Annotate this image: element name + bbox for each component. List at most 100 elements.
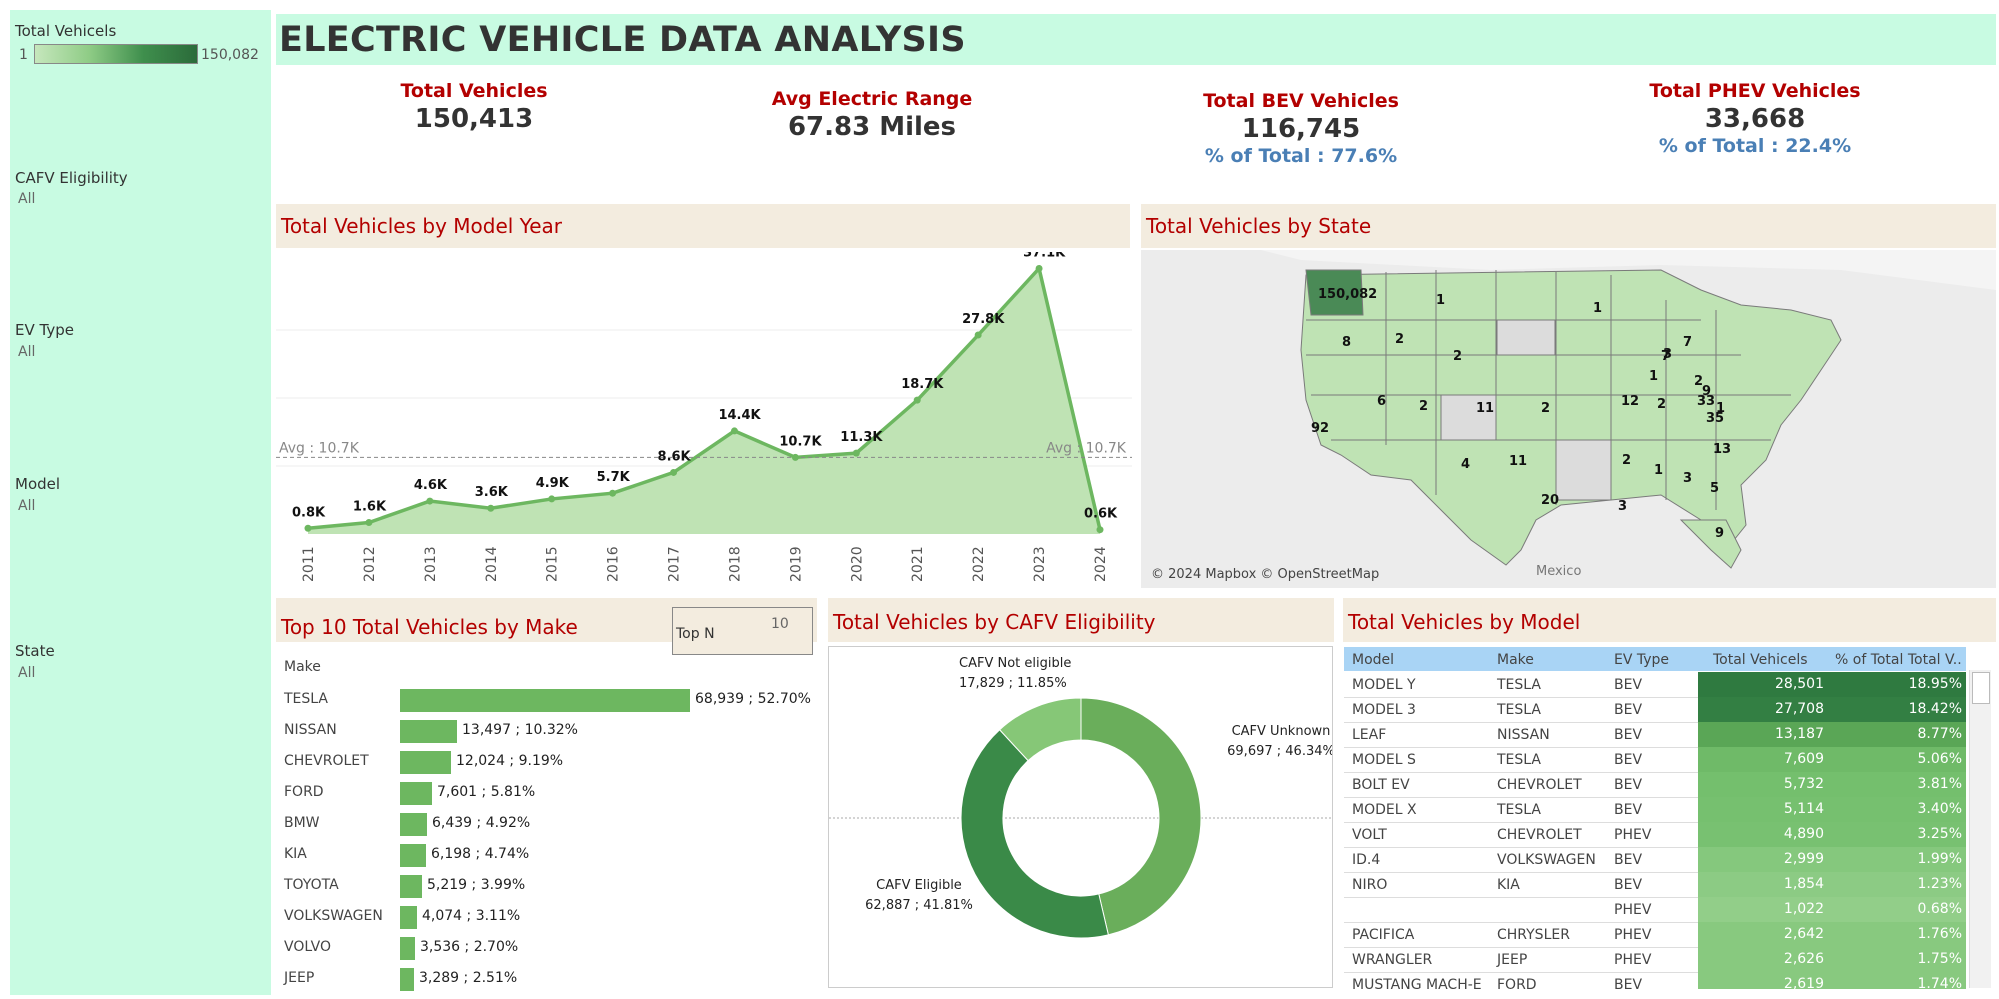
bar[interactable] [400,968,414,991]
bar-row[interactable]: FORD 7,601 ; 5.81% [276,780,816,805]
table-scrollbar[interactable] [1969,670,1991,988]
cell-total: 2,619 [1698,972,1832,989]
cell-model: BOLT EV [1352,777,1410,793]
cell-total: 5,114 [1698,797,1832,822]
bar-row[interactable]: JEEP 3,289 ; 2.51% [276,966,816,991]
table-row[interactable]: PACIFICA CHRYSLER PHEV 2,642 1.76% [1344,922,1966,948]
model-year-chart[interactable]: Avg : 10.7K Avg : 10.7K 0.8K 2011 1.6K 2012 4.… [276,252,1132,592]
state-nodata [1555,439,1612,501]
bar[interactable] [400,751,451,774]
data-label: 10.7K [779,434,822,449]
table-row[interactable]: ID.4 VOLKSWAGEN BEV 2,999 1.99% [1344,847,1966,873]
donut-title: Total Vehicles by CAFV Eligibility [833,610,1156,634]
state-map[interactable]: 150,082 1 1 8 2 2 3 7 1 7 92 6 2 11 2 12 2 2 4 9 33 1 35 11 2 13 1… [1141,250,1996,588]
filter-cafv-dropdown[interactable]: All [18,191,35,207]
filter-evtype-title: EV Type [15,321,74,339]
table-row[interactable]: MUSTANG MACH-E FORD BEV 2,619 1.74% [1344,972,1966,989]
col-header-model[interactable]: Model [1344,647,1494,671]
bar[interactable] [400,875,422,898]
area-fill [308,268,1100,534]
bar-row[interactable]: KIA 6,198 ; 4.74% [276,842,816,867]
x-tick-label: 2023 [1032,546,1048,582]
bar-row[interactable]: VOLVO 3,536 ; 2.70% [276,935,816,960]
topn-parameter-control[interactable]: Top N 10 [672,607,813,655]
filter-state-dropdown[interactable]: All [18,665,35,681]
col-header-make[interactable]: Make [1494,647,1614,671]
table-row[interactable]: NIRO KIA BEV 1,854 1.23% [1344,872,1966,898]
legend-min: 1 [19,47,28,63]
bar-category: KIA [284,846,307,862]
kpi-value: 33,668 [1704,104,1806,134]
bar[interactable] [400,813,427,836]
bar-row[interactable]: VOLKSWAGEN 4,074 ; 3.11% [276,904,816,929]
bar-row[interactable]: BMW 6,439 ; 4.92% [276,811,816,836]
donut-header: Total Vehicles by CAFV Eligibility [828,598,1334,642]
cell-evtype: BEV [1614,777,1643,793]
bar-category: TOYOTA [284,877,339,893]
kpi-total-vehicles: Total Vehicles 150,413 [374,80,574,134]
data-point [670,468,678,476]
model-table[interactable]: Model Make EV Type Total Vehicels % of T… [1344,647,1966,989]
scrollbar-thumb[interactable] [1972,672,1990,704]
cell-percent: 1.23% [1832,872,1966,897]
bar-value-label: 3,289 ; 2.51% [419,970,518,986]
data-point [1096,526,1104,534]
table-row[interactable]: LEAF NISSAN BEV 13,187 8.77% [1344,722,1966,748]
kpi-label: Avg Electric Range [771,88,973,110]
make-bar-chart: Make TESLA 68,939 ; 52.70% NISSAN 13,497 … [276,650,816,991]
bar-row[interactable]: TOYOTA 5,219 ; 3.99% [276,873,816,898]
state-value-label: 3 [1683,471,1692,486]
bar[interactable] [400,720,457,743]
map-attribution: © 2024 Mapbox © OpenStreetMap [1151,567,1380,582]
table-row[interactable]: PHEV 1,022 0.68% [1344,897,1966,923]
x-tick-label: 2017 [667,546,683,582]
cell-percent: 1.74% [1832,972,1966,989]
table-row[interactable]: WRANGLER JEEP PHEV 2,626 1.75% [1344,947,1966,973]
cell-model: MODEL Y [1352,677,1416,693]
col-header-percent[interactable]: % of Total Total V.. [1832,647,1966,671]
table-row[interactable]: BOLT EV CHEVROLET BEV 5,732 3.81% [1344,772,1966,798]
filter-evtype-dropdown[interactable]: All [18,344,35,360]
donut-slice [960,729,1109,939]
state-value-label: 7 [1661,349,1670,364]
cell-model: VOLT [1352,827,1387,843]
filter-model-dropdown[interactable]: All [18,498,35,514]
cell-evtype: PHEV [1614,952,1652,968]
table-row[interactable]: MODEL Y TESLA BEV 28,501 18.95% [1344,672,1966,698]
table-row[interactable]: MODEL S TESLA BEV 7,609 5.06% [1344,747,1966,773]
topn-label: Top N [676,626,715,642]
legend-max: 150,082 [201,47,259,63]
data-point [365,519,373,527]
col-header-evtype[interactable]: EV Type [1614,647,1698,671]
dashboard-title: ELECTRIC VEHICLE DATA ANALYSIS [279,20,966,60]
state-value-label: 3 [1618,499,1627,514]
bar[interactable] [400,937,415,960]
cell-model: NIRO [1352,877,1388,893]
bar-value-label: 3,536 ; 2.70% [420,939,519,955]
cell-percent: 3.25% [1832,822,1966,847]
col-header-total[interactable]: Total Vehicels [1698,647,1832,671]
bar[interactable] [400,906,417,929]
map-canvas: 150,082 118 22 3717926 2 11 2 12 224933 13511 2131… [1141,250,1996,588]
data-point [609,489,617,497]
bar[interactable] [400,844,426,867]
table-row[interactable]: MODEL 3 TESLA BEV 27,708 18.42% [1344,697,1966,723]
data-label: 11.3K [840,430,883,445]
table-row[interactable]: MODEL X TESLA BEV 5,114 3.40% [1344,797,1966,823]
topn-value[interactable]: 10 [771,616,789,632]
data-label: 5.7K [597,470,631,485]
cell-total: 2,999 [1698,847,1832,872]
bar[interactable] [400,689,690,712]
model-table-title: Total Vehicles by Model [1348,610,1581,634]
cell-make: CHRYSLER [1497,927,1570,943]
bar-row[interactable]: NISSAN 13,497 ; 10.32% [276,718,816,743]
bar-row[interactable]: TESLA 68,939 ; 52.70% [276,687,816,712]
bar[interactable] [400,782,432,805]
cell-percent: 5.06% [1832,747,1966,772]
bar-value-label: 12,024 ; 9.19% [456,753,564,769]
cell-total: 13,187 [1698,722,1832,747]
cafv-donut-chart[interactable]: CAFV Unknown 69,697 ; 46.34% CAFV Eligible… [829,647,1335,987]
bar-row[interactable]: CHEVROLET 12,024 ; 9.19% [276,749,816,774]
state-value-label: 1 [1593,301,1602,316]
table-row[interactable]: VOLT CHEVROLET PHEV 4,890 3.25% [1344,822,1966,848]
